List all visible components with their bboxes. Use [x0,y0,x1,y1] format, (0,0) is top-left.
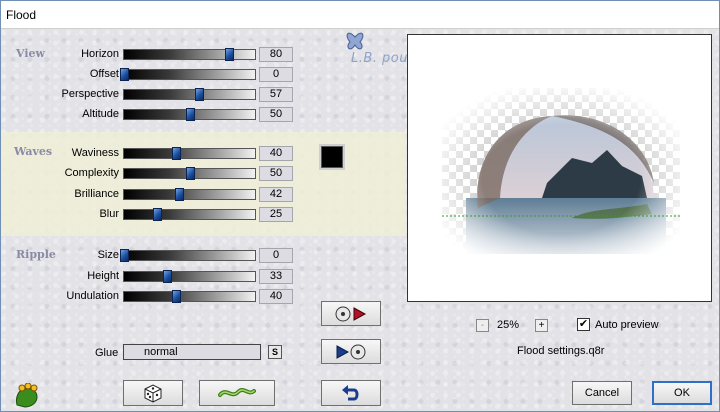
height-value[interactable]: 33 [259,269,293,284]
perspective-slider-thumb[interactable] [194,88,204,101]
window-title: Flood [6,8,37,22]
undulation-slider[interactable] [123,290,256,303]
blur-slider[interactable] [123,208,256,221]
horizon-slider-thumb[interactable] [224,48,234,61]
waviness-slider[interactable] [123,147,256,160]
save-preset-button[interactable] [321,339,381,364]
blur-slider-thumb[interactable] [152,208,162,221]
preview-image [442,88,680,254]
zoom-in-button[interactable]: + [535,319,548,332]
auto-preview-checkbox[interactable]: ✔ [577,318,590,331]
brilliance-slider[interactable] [123,188,256,201]
wave-icon [218,388,256,397]
zoom-out-button[interactable]: - [476,319,489,332]
undulation-slider-thumb[interactable] [172,290,182,303]
offset-slider[interactable] [120,68,256,81]
cancel-button[interactable]: Cancel [572,381,632,405]
param-label-size: Size [97,249,119,261]
param-label-offset: Offset [89,68,119,80]
param-label-brilliance: Brilliance [74,188,119,200]
preview-canvas[interactable] [442,88,680,254]
waves-color-swatch[interactable] [321,146,343,168]
param-label-altitude: Altitude [82,108,119,120]
altitude-slider[interactable] [123,108,256,121]
altitude-slider-thumb[interactable] [185,108,195,121]
offset-value[interactable]: 0 [259,67,293,82]
disk-play-icon [335,306,367,321]
offset-slider-thumb[interactable] [120,68,129,81]
height-slider-thumb[interactable] [163,270,173,283]
ok-button[interactable]: OK [652,381,712,405]
undulation-value[interactable]: 40 [259,289,293,304]
param-label-undulation: Undulation [66,290,119,302]
complexity-slider[interactable] [123,167,256,180]
dice-icon [144,384,162,403]
settings-file-name: Flood settings.q8r [517,345,605,357]
play-disk-icon [336,344,366,359]
horizon-slider[interactable] [123,48,256,61]
zoom-level: 25% [497,319,520,331]
undo-button[interactable] [321,380,381,406]
param-label-complexity: Complexity [64,167,119,179]
auto-preview-label: Auto preview [595,319,659,331]
blur-value[interactable]: 25 [259,207,293,222]
load-preset-button[interactable] [321,301,381,326]
brilliance-slider-thumb[interactable] [175,188,185,201]
size-slider[interactable] [120,249,256,262]
glue-s-button[interactable]: S [268,345,282,359]
brilliance-value[interactable]: 42 [259,187,293,202]
dialog-client-area: View Waves Ripple Horizon 80 Offset 0 Pe… [1,29,719,411]
undo-icon [342,385,359,401]
waviness-value[interactable]: 40 [259,146,293,161]
glue-dropdown[interactable]: normal [123,344,261,360]
complexity-value[interactable]: 50 [259,166,293,181]
frog-hand-icon[interactable] [13,383,41,409]
param-label-blur: Blur [99,208,119,220]
param-label-horizon: Horizon [81,48,119,60]
reset-button[interactable] [199,380,275,406]
param-label-height: Height [87,270,119,282]
size-value[interactable]: 0 [259,248,293,263]
flood-dialog: Flood View Waves Ripple Horizon 80 Offse… [0,0,720,412]
perspective-value[interactable]: 57 [259,87,293,102]
horizon-value[interactable]: 80 [259,47,293,62]
waviness-slider-thumb[interactable] [172,147,182,160]
param-label-perspective: Perspective [61,88,119,100]
title-bar: Flood [1,1,719,29]
glue-label: Glue [95,347,119,359]
param-label-waviness: Waviness [71,147,119,159]
random-button[interactable] [123,380,183,406]
altitude-value[interactable]: 50 [259,107,293,122]
height-slider[interactable] [123,270,256,283]
size-slider-thumb[interactable] [120,249,129,262]
perspective-slider[interactable] [123,88,256,101]
preview-pane[interactable] [407,34,712,302]
complexity-slider-thumb[interactable] [185,167,195,180]
